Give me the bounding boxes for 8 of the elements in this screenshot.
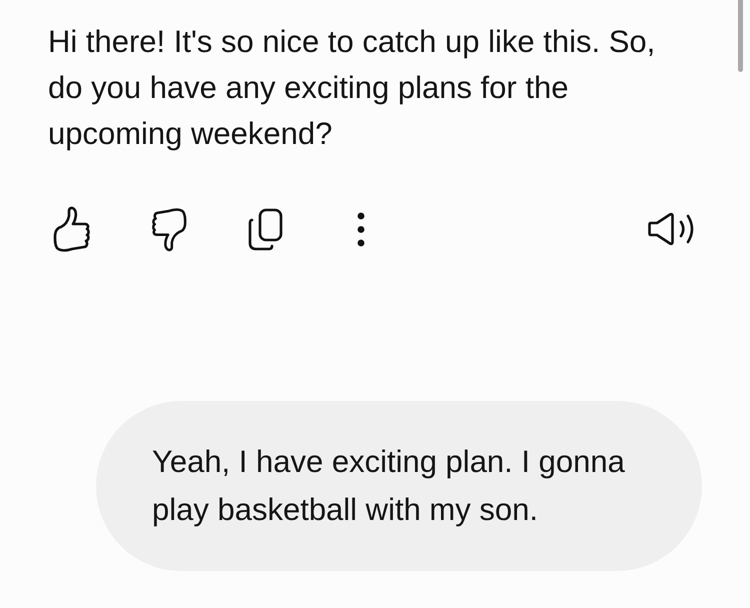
thumbs-down-icon[interactable] xyxy=(150,206,188,252)
more-options-icon[interactable] xyxy=(357,212,365,246)
message-text: Hi there! It's so nice to catch up like this. So, do you have any exciting plans for the upcoming weekend? xyxy=(48,23,656,153)
message-text: Yeah, I have exciting plan. I gonna play basketball with my son. xyxy=(152,443,626,529)
scrollbar-thumb xyxy=(738,0,743,72)
speaker-icon[interactable] xyxy=(648,212,696,246)
thumbs-up-icon[interactable] xyxy=(52,206,92,252)
copy-icon[interactable] xyxy=(248,208,283,250)
